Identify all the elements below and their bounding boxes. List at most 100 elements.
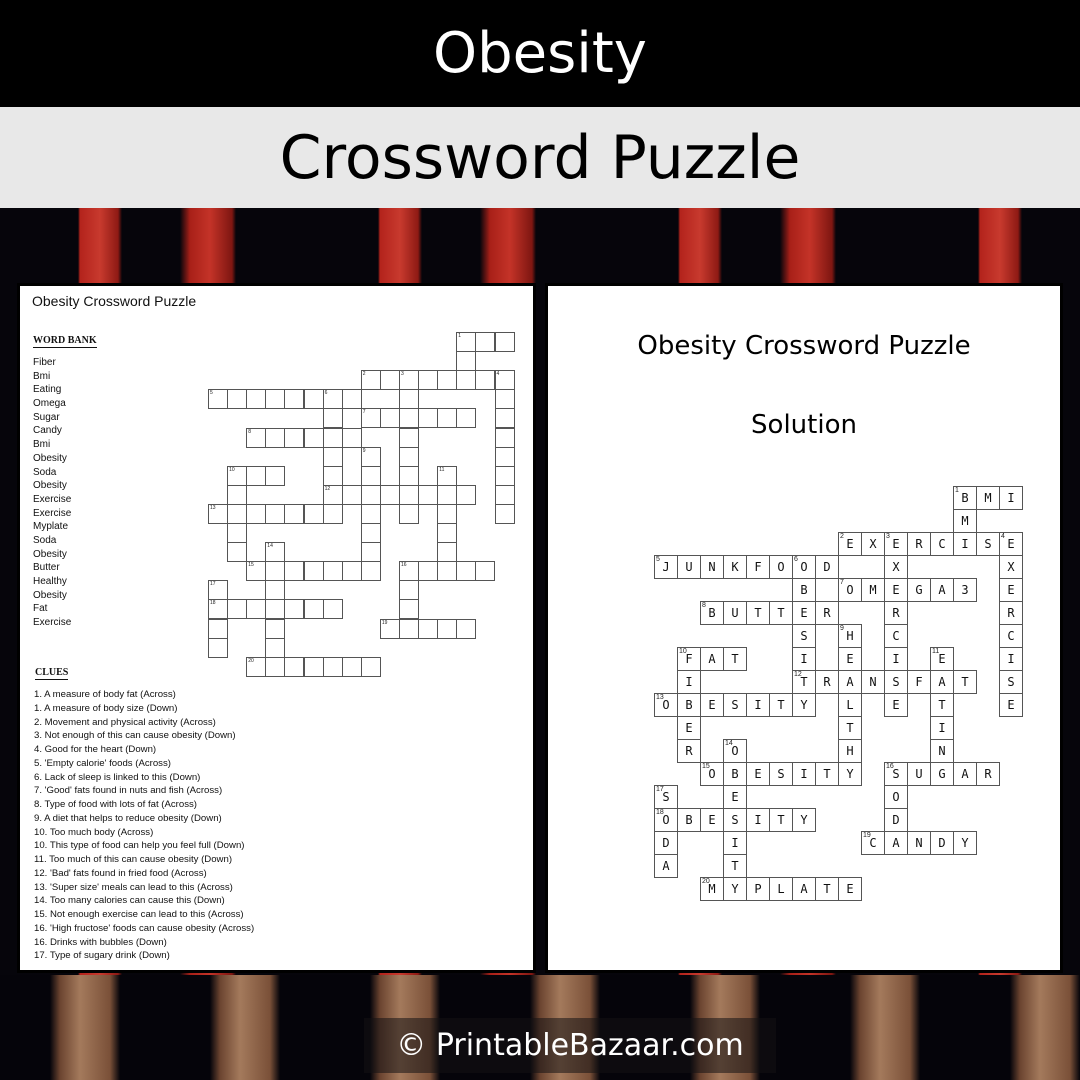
crossword-cell[interactable] — [284, 427, 305, 448]
crossword-cell[interactable] — [399, 618, 420, 639]
crossword-cell[interactable]: 1 — [456, 332, 477, 353]
crossword-cell[interactable] — [265, 465, 286, 486]
crossword-cell[interactable] — [437, 523, 458, 544]
crossword-cell[interactable] — [284, 599, 305, 620]
crossword-cell[interactable]: 9 — [360, 446, 381, 467]
crossword-cell[interactable] — [379, 370, 400, 391]
crossword-cell[interactable] — [360, 542, 381, 563]
crossword-cell[interactable] — [322, 561, 343, 582]
crossword-cell[interactable] — [437, 484, 458, 505]
crossword-cell[interactable] — [360, 561, 381, 582]
crossword-cell[interactable] — [227, 542, 248, 563]
crossword-cell[interactable] — [322, 599, 343, 620]
crossword-cell[interactable] — [360, 656, 381, 677]
crossword-cell[interactable] — [322, 446, 343, 467]
crossword-cell[interactable] — [437, 408, 458, 429]
crossword-cell[interactable] — [227, 389, 248, 410]
crossword-cell[interactable] — [494, 408, 515, 429]
crossword-cell[interactable] — [284, 503, 305, 524]
crossword-cell[interactable] — [456, 370, 477, 391]
crossword-cell[interactable] — [437, 561, 458, 582]
crossword-cell[interactable]: 17 — [208, 580, 229, 601]
crossword-cell[interactable] — [284, 389, 305, 410]
crossword-cell[interactable] — [418, 561, 439, 582]
crossword-cell[interactable] — [494, 503, 515, 524]
crossword-cell[interactable] — [208, 618, 229, 639]
crossword-cell[interactable] — [303, 599, 324, 620]
crossword-cell[interactable] — [322, 465, 343, 486]
crossword-cell[interactable] — [360, 503, 381, 524]
crossword-cell[interactable] — [379, 484, 400, 505]
crossword-cell[interactable] — [227, 599, 248, 620]
crossword-cell[interactable] — [456, 484, 477, 505]
crossword-cell[interactable] — [284, 656, 305, 677]
crossword-cell[interactable] — [360, 484, 381, 505]
crossword-cell[interactable] — [341, 656, 362, 677]
crossword-cell[interactable] — [284, 561, 305, 582]
crossword-cell[interactable] — [265, 580, 286, 601]
crossword-cell[interactable] — [208, 637, 229, 658]
crossword-cell[interactable] — [265, 427, 286, 448]
crossword-cell[interactable] — [418, 484, 439, 505]
crossword-cell[interactable] — [494, 332, 515, 353]
crossword-cell[interactable] — [322, 408, 343, 429]
crossword-cell[interactable] — [494, 427, 515, 448]
crossword-cell[interactable] — [322, 656, 343, 677]
crossword-cell[interactable] — [494, 389, 515, 410]
crossword-cell[interactable] — [322, 427, 343, 448]
crossword-cell[interactable] — [399, 446, 420, 467]
crossword-cell[interactable] — [399, 503, 420, 524]
crossword-cell[interactable]: 15 — [246, 561, 267, 582]
crossword-cell[interactable] — [360, 465, 381, 486]
crossword-cell[interactable] — [246, 599, 267, 620]
crossword-cell[interactable] — [341, 561, 362, 582]
crossword-cell[interactable]: 14 — [265, 542, 286, 563]
crossword-cell[interactable] — [265, 618, 286, 639]
crossword-cell[interactable] — [418, 618, 439, 639]
crossword-cell[interactable] — [265, 503, 286, 524]
crossword-cell[interactable]: 7 — [360, 408, 381, 429]
crossword-cell[interactable] — [303, 503, 324, 524]
crossword-cell[interactable] — [360, 523, 381, 544]
crossword-cell[interactable] — [265, 637, 286, 658]
crossword-cell[interactable]: 3 — [399, 370, 420, 391]
crossword-cell[interactable] — [399, 465, 420, 486]
crossword-cell[interactable] — [265, 599, 286, 620]
crossword-cell[interactable]: 12 — [322, 484, 343, 505]
crossword-cell[interactable] — [437, 618, 458, 639]
crossword-cell[interactable] — [227, 484, 248, 505]
crossword-cell[interactable]: 2 — [360, 370, 381, 391]
crossword-cell[interactable] — [418, 370, 439, 391]
crossword-cell[interactable] — [341, 484, 362, 505]
crossword-cell[interactable] — [379, 408, 400, 429]
crossword-cell[interactable] — [399, 580, 420, 601]
crossword-cell[interactable] — [341, 427, 362, 448]
crossword-cell[interactable]: 6 — [322, 389, 343, 410]
crossword-cell[interactable]: 18 — [208, 599, 229, 620]
crossword-cell[interactable] — [322, 503, 343, 524]
crossword-cell[interactable] — [437, 370, 458, 391]
crossword-cell[interactable] — [494, 446, 515, 467]
crossword-cell[interactable] — [437, 542, 458, 563]
crossword-cell[interactable] — [303, 427, 324, 448]
crossword-cell[interactable] — [399, 599, 420, 620]
crossword-cell[interactable]: 8 — [246, 427, 267, 448]
crossword-cell[interactable]: 4 — [494, 370, 515, 391]
crossword-cell[interactable]: 13 — [208, 503, 229, 524]
crossword-cell[interactable] — [456, 351, 477, 372]
crossword-cell[interactable] — [227, 523, 248, 544]
crossword-cell[interactable] — [265, 656, 286, 677]
crossword-cell[interactable] — [494, 465, 515, 486]
crossword-cell[interactable] — [399, 408, 420, 429]
crossword-cell[interactable] — [265, 561, 286, 582]
crossword-cell[interactable] — [227, 503, 248, 524]
crossword-cell[interactable] — [246, 465, 267, 486]
crossword-cell[interactable] — [456, 408, 477, 429]
crossword-cell[interactable] — [303, 656, 324, 677]
crossword-cell[interactable]: 10 — [227, 465, 248, 486]
crossword-cell[interactable] — [437, 503, 458, 524]
crossword-cell[interactable] — [494, 484, 515, 505]
crossword-cell[interactable] — [475, 561, 496, 582]
crossword-cell[interactable]: 19 — [379, 618, 400, 639]
crossword-cell[interactable] — [418, 408, 439, 429]
